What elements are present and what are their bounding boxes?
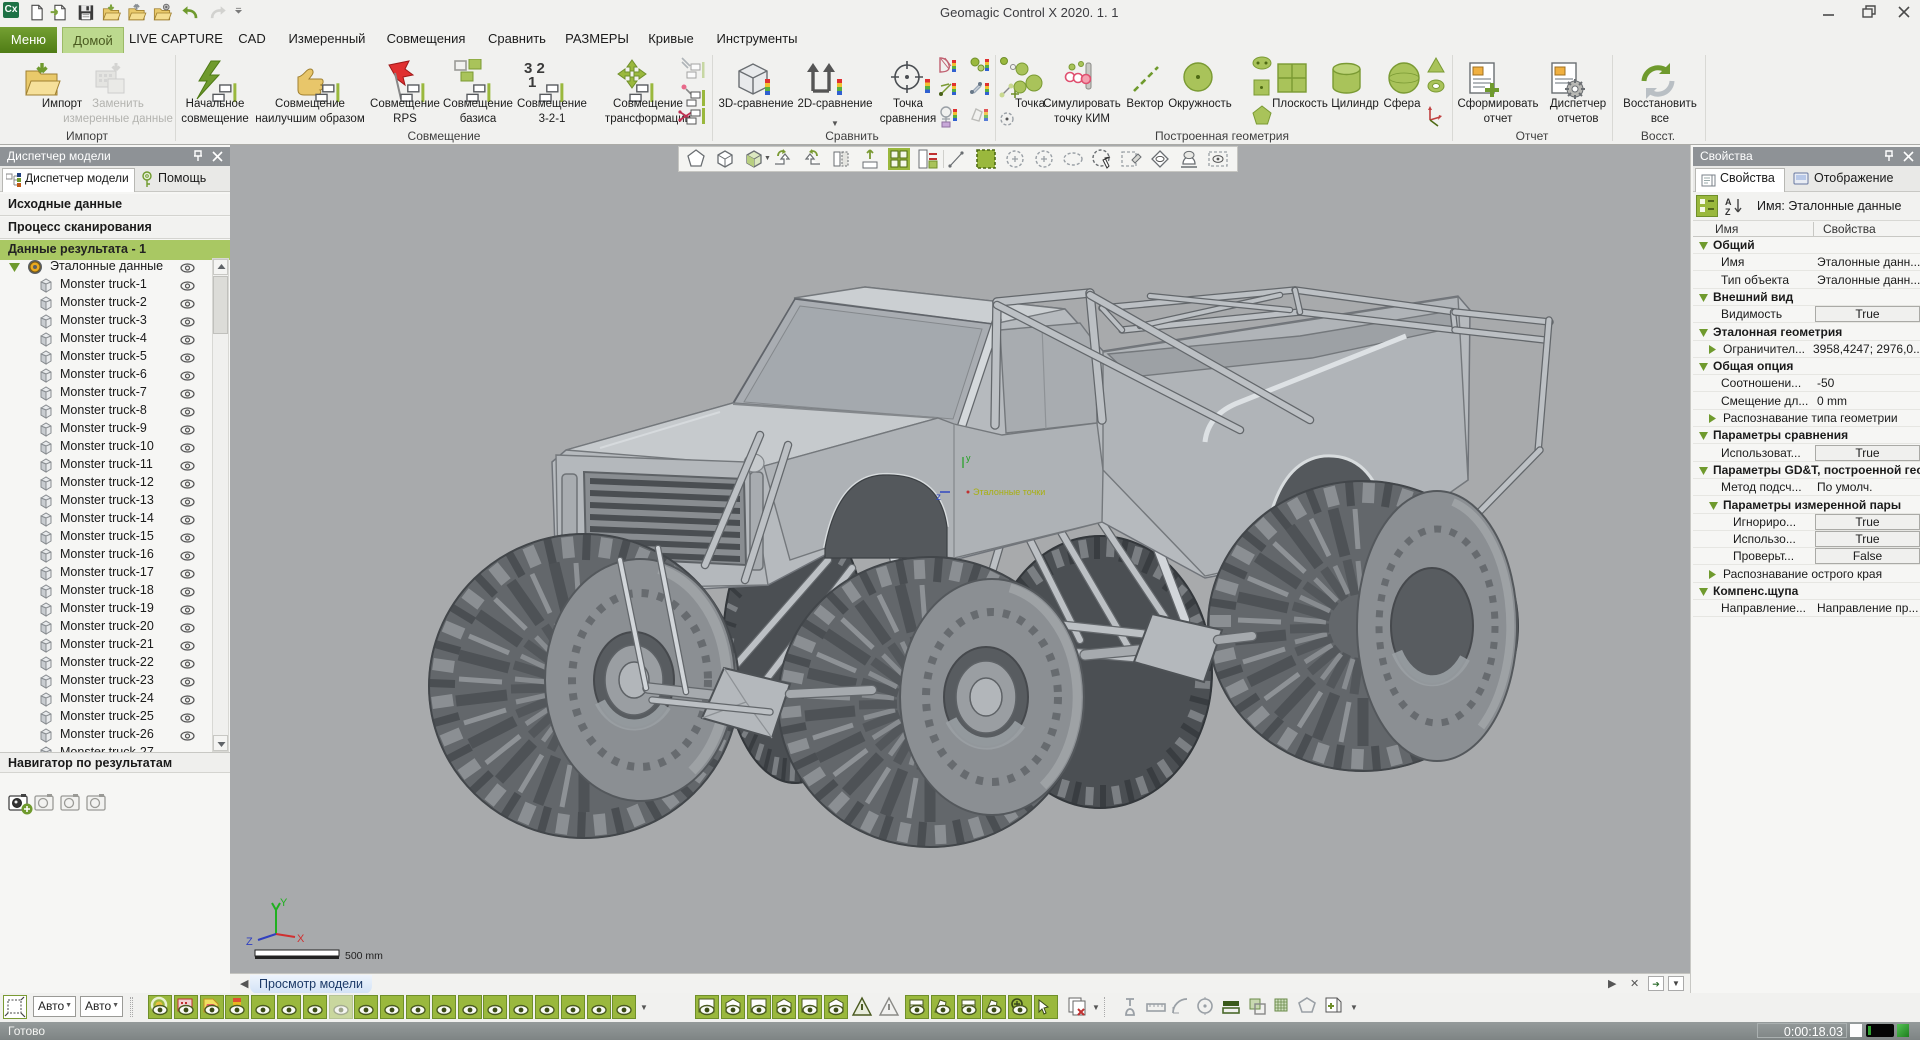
svg-text:z: z: [936, 492, 941, 503]
svg-text:X: X: [297, 933, 305, 945]
svg-text:1: 1: [528, 74, 536, 91]
svg-text:Эталонные точки: Эталонные точки: [973, 487, 1045, 497]
svg-text:500 mm: 500 mm: [345, 950, 383, 962]
svg-text:A: A: [1725, 197, 1732, 207]
svg-text:Y: Y: [280, 897, 288, 909]
svg-text:Z: Z: [246, 936, 253, 948]
svg-text:Z: Z: [1725, 207, 1731, 216]
svg-text:y: y: [966, 453, 971, 463]
